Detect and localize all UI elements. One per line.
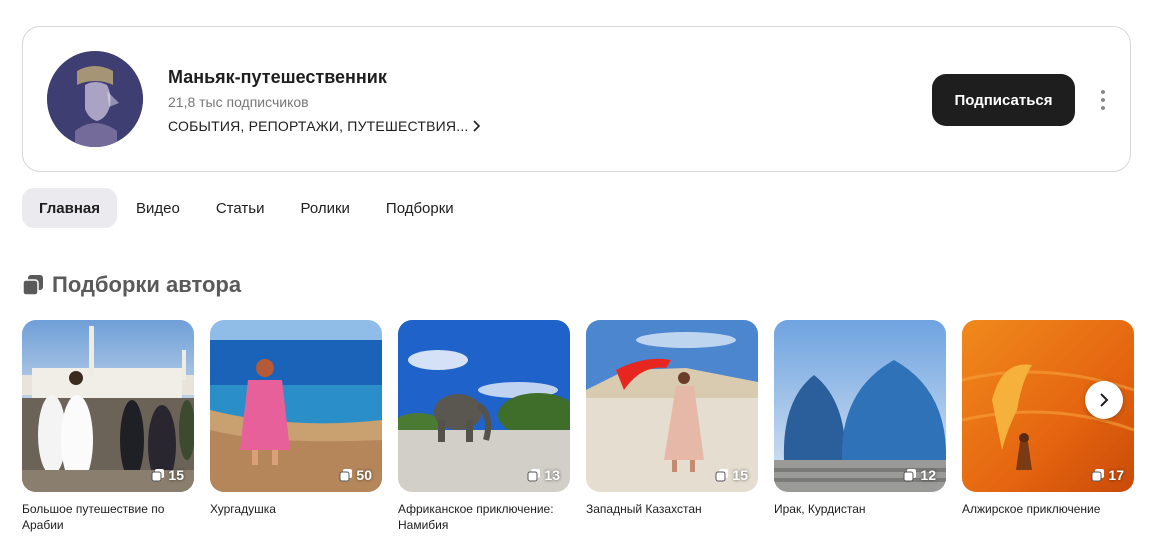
tab-articles[interactable]: Статьи: [199, 188, 282, 228]
collections-icon: [22, 275, 43, 296]
collections-icon: [1091, 469, 1105, 482]
photo-count: 50: [339, 467, 372, 483]
more-vertical-icon[interactable]: [1093, 87, 1113, 113]
subscribe-button[interactable]: Подписаться: [932, 74, 1075, 126]
collection-thumbnail[interactable]: 50: [210, 320, 382, 492]
channel-avatar[interactable]: [47, 51, 143, 147]
collections-icon: [339, 469, 353, 482]
collection-thumbnail[interactable]: 13: [398, 320, 570, 492]
collections-icon: [151, 469, 165, 482]
channel-card: Маньяк-путешественник 21,8 тыс подписчик…: [22, 26, 1131, 172]
collection-title[interactable]: Западный Казахстан: [586, 501, 758, 517]
tab-main[interactable]: Главная: [22, 188, 118, 228]
collection-thumbnail[interactable]: 12: [774, 320, 946, 492]
collection-title[interactable]: Африканское приключение: Намибия: [398, 501, 570, 533]
photo-count-value: 13: [544, 467, 560, 483]
chevron-right-icon: [1100, 393, 1109, 407]
collection-item[interactable]: 13 Африканское приключение: Намибия: [398, 320, 570, 533]
collection-title[interactable]: Алжирское приключение: [962, 501, 1134, 517]
collection-item[interactable]: 15 Западный Казахстан: [586, 320, 758, 517]
collections-icon: [527, 469, 541, 482]
photo-count-value: 50: [356, 467, 372, 483]
channel-tabs: Главная Видео Статьи Ролики Подборки: [22, 188, 471, 228]
tab-shorts[interactable]: Ролики: [283, 188, 366, 228]
chevron-right-icon: [472, 120, 480, 132]
tab-video[interactable]: Видео: [119, 188, 197, 228]
collections-icon: [715, 469, 729, 482]
collections-carousel: 15 Большое путешествие по Арабии 50 Хург…: [22, 320, 1150, 550]
photo-count-value: 15: [168, 467, 184, 483]
section-header: Подборки автора: [22, 272, 241, 298]
photo-count: 13: [527, 467, 560, 483]
photo-count: 12: [903, 467, 936, 483]
collection-item[interactable]: 12 Ирак, Курдистан: [774, 320, 946, 517]
channel-description[interactable]: СОБЫТИЯ, РЕПОРТАЖИ, ПУТЕШЕСТВИЯ...: [168, 118, 481, 134]
photo-count-value: 15: [732, 467, 748, 483]
collection-thumbnail[interactable]: 15: [22, 320, 194, 492]
channel-description-text: СОБЫТИЯ, РЕПОРТАЖИ, ПУТЕШЕСТВИЯ...: [168, 118, 469, 134]
channel-name[interactable]: Маньяк-путешественник: [168, 67, 387, 88]
subscriber-count: 21,8 тыс подписчиков: [168, 94, 309, 110]
photo-count: 15: [715, 467, 748, 483]
avatar-image: [47, 51, 143, 147]
photo-count: 17: [1091, 467, 1124, 483]
collection-title[interactable]: Хургадушка: [210, 501, 382, 517]
photo-count: 15: [151, 467, 184, 483]
collection-item[interactable]: 15 Большое путешествие по Арабии: [22, 320, 194, 533]
collection-item[interactable]: 50 Хургадушка: [210, 320, 382, 517]
photo-count-value: 17: [1108, 467, 1124, 483]
carousel-next-button[interactable]: [1085, 381, 1123, 419]
collection-title[interactable]: Ирак, Курдистан: [774, 501, 946, 517]
section-title: Подборки автора: [52, 272, 242, 297]
tab-collections[interactable]: Подборки: [369, 188, 471, 228]
collection-title[interactable]: Большое путешествие по Арабии: [22, 501, 194, 533]
photo-count-value: 12: [920, 467, 936, 483]
collections-icon: [903, 469, 917, 482]
collection-thumbnail[interactable]: 15: [586, 320, 758, 492]
